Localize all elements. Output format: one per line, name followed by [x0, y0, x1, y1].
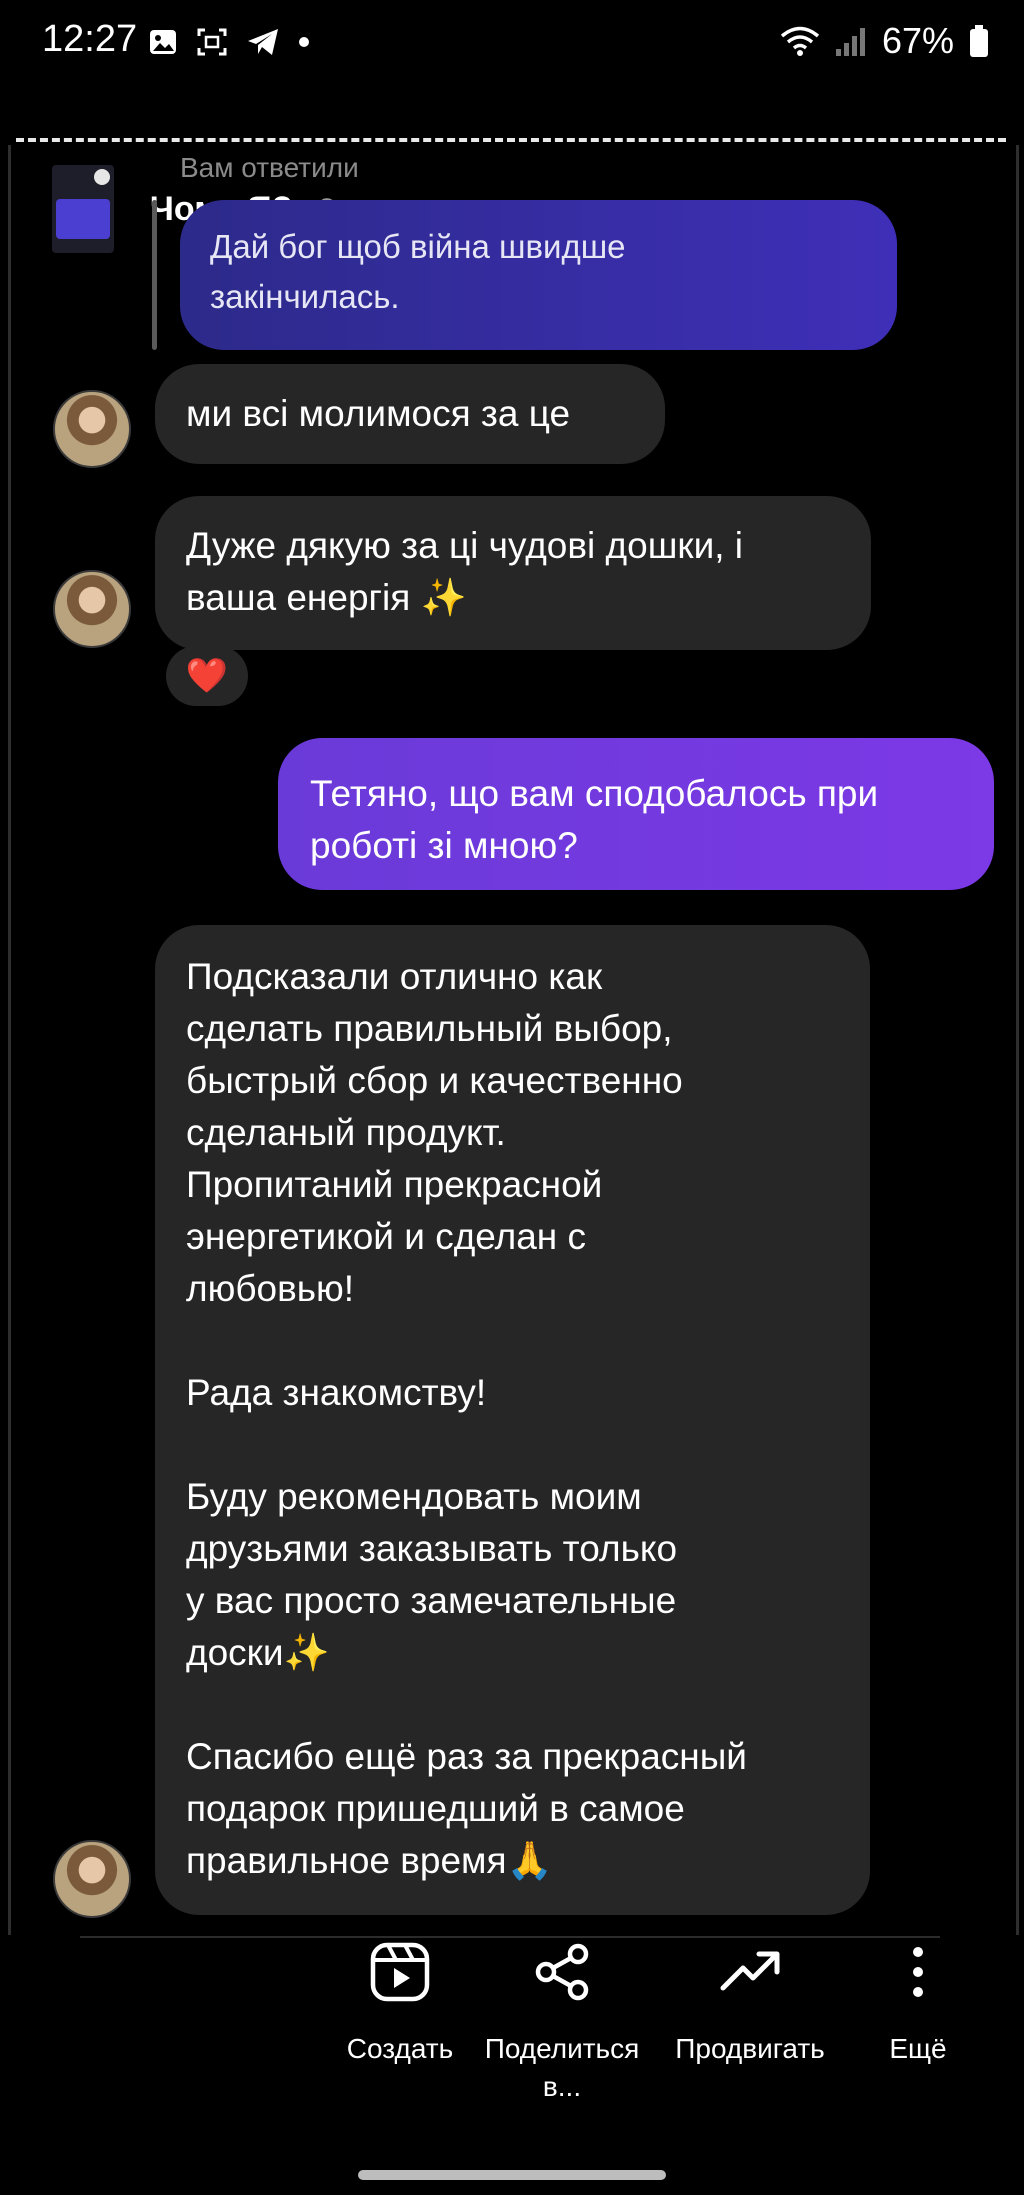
- image-icon: [150, 30, 176, 54]
- story-thumbnail[interactable]: [52, 165, 114, 253]
- create-action[interactable]: Создать: [320, 1940, 480, 2068]
- dot-icon: [299, 37, 309, 47]
- promote-label: Продвигать: [675, 2033, 825, 2064]
- status-right: 67%: [780, 20, 990, 62]
- reaction-heart[interactable]: ❤️: [166, 646, 248, 706]
- promote-action[interactable]: Продвигать: [660, 1940, 840, 2068]
- home-indicator[interactable]: [358, 2170, 666, 2180]
- battery-percent: 67%: [881, 20, 954, 61]
- dashed-divider: [16, 138, 1006, 142]
- quoted-message-text: Дай бог щоб війна швидше закінчилась.: [210, 228, 626, 315]
- wifi-icon: [780, 26, 820, 56]
- share-action[interactable]: Поделиться в...: [472, 1940, 652, 2106]
- frame-edge-right: [1016, 145, 1019, 1935]
- quote-bar: [152, 200, 157, 350]
- message-bubble[interactable]: ми всі молимося за це: [155, 364, 665, 464]
- more-action[interactable]: Ещё: [858, 1940, 978, 2068]
- frame-edge-left: [8, 145, 11, 1935]
- avatar[interactable]: [53, 390, 131, 468]
- share-icon: [530, 1940, 594, 2004]
- my-message-bubble[interactable]: Тетяно, що вам сподобалось при роботі зі…: [278, 738, 994, 890]
- status-time: 12:27: [42, 18, 138, 60]
- message-bubble[interactable]: Подсказали отлично как сделать правильны…: [155, 925, 870, 1915]
- avatar[interactable]: [53, 1840, 131, 1918]
- more-vertical-icon: [886, 1940, 950, 2004]
- replied-label: Вам ответили: [180, 152, 359, 183]
- battery-icon: [970, 25, 988, 57]
- camera-icon: [94, 169, 110, 185]
- message-text: ми всі молимося за це: [186, 393, 571, 434]
- avatar[interactable]: [53, 570, 131, 648]
- status-bar: 12:27 67%: [0, 0, 1024, 90]
- more-label: Ещё: [889, 2033, 947, 2064]
- message-bubble[interactable]: Дуже дякую за ці чудові дошки, і ваша ен…: [155, 496, 871, 650]
- thumbnail-preview: [56, 199, 110, 239]
- screenshot-icon: [197, 28, 227, 56]
- create-label: Создать: [346, 2033, 454, 2064]
- share-label: Поделиться в...: [484, 2033, 640, 2102]
- message-text: Дуже дякую за ці чудові дошки, і ваша ен…: [186, 525, 744, 618]
- message-text: Тетяно, що вам сподобалось при роботі зі…: [310, 773, 879, 866]
- status-notification-icons: [148, 26, 310, 58]
- message-text: Подсказали отлично как сделать правильны…: [186, 956, 747, 1881]
- reels-create-icon: [368, 1940, 432, 2004]
- trending-up-icon: [718, 1940, 782, 2004]
- telegram-icon: [248, 29, 278, 55]
- action-bar-divider: [80, 1936, 940, 1938]
- signal-icon: [835, 28, 865, 56]
- quoted-message-bubble[interactable]: Дай бог щоб війна швидше закінчилась.: [180, 200, 897, 350]
